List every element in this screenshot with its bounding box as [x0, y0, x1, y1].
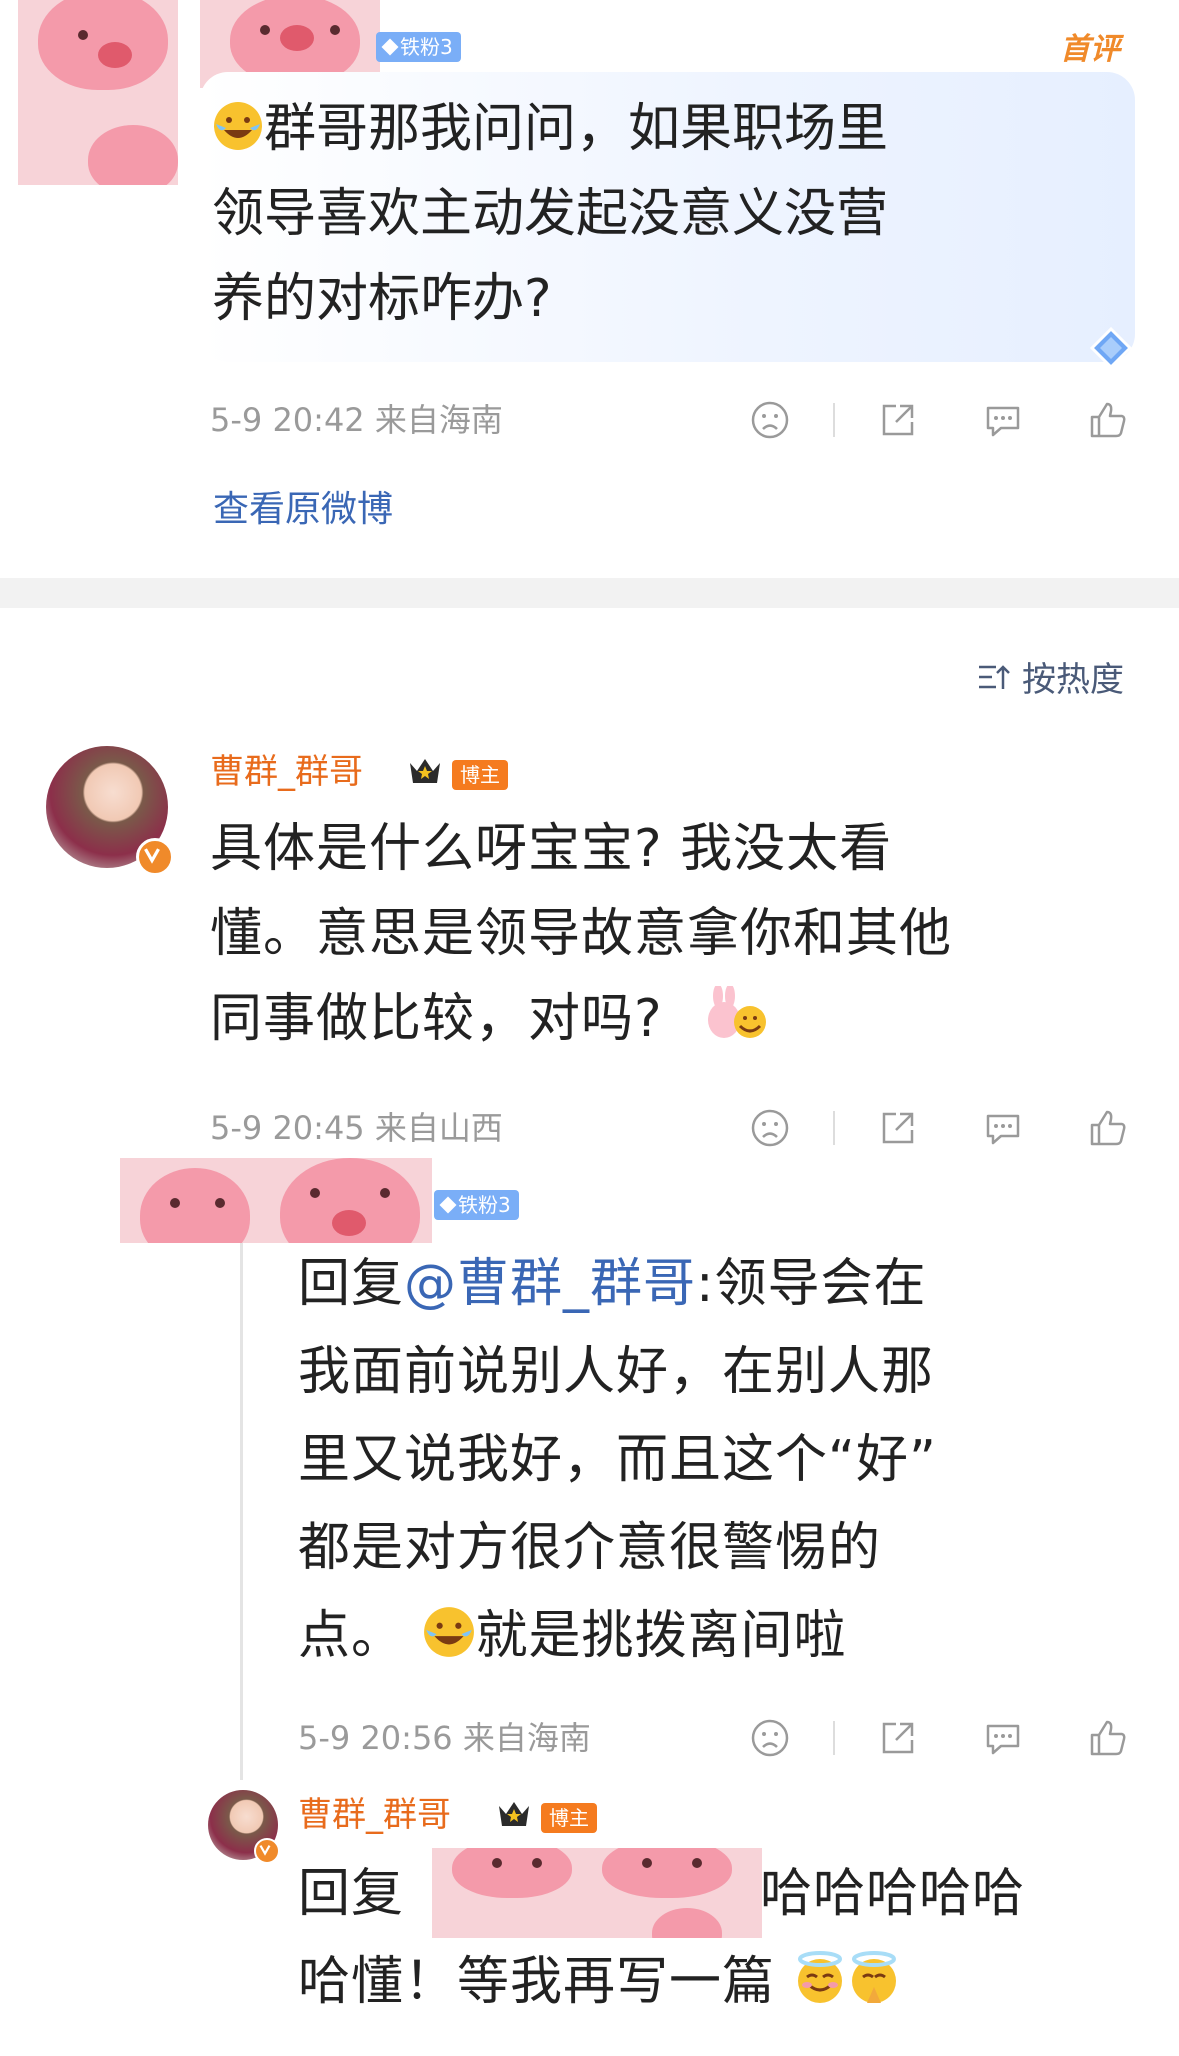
reply2-line-1: 回复@曹群_群哥:领导会在 — [298, 1254, 927, 1314]
dislike-icon[interactable] — [750, 1718, 790, 1758]
reply2-line-3: 里又说我好，而且这个“好” — [298, 1430, 937, 1490]
role-badge: 博主 — [452, 760, 508, 790]
diamond-icon — [439, 1196, 457, 1214]
mention-mask — [432, 1848, 762, 1938]
like-icon[interactable] — [1088, 1718, 1128, 1758]
share-icon[interactable] — [878, 1718, 918, 1758]
divider — [833, 1111, 835, 1145]
reply1-line-3: 同事做比较，对吗? — [210, 984, 770, 1059]
like-icon[interactable] — [1088, 1108, 1128, 1148]
crown-icon — [497, 1798, 531, 1828]
diamond-icon — [381, 38, 399, 56]
laugh-cry-emoji-icon — [212, 100, 264, 169]
top-comment-meta: 5-9 20:42 来自海南 — [210, 401, 503, 439]
section-divider — [0, 578, 1179, 608]
comment-icon[interactable] — [983, 1718, 1023, 1758]
fan-badge: 铁粉3 — [376, 32, 461, 62]
reply2-meta: 5-9 20:56 来自海南 — [298, 1719, 591, 1757]
top-comment-line-2: 领导喜欢主动发起没意义没营 — [212, 184, 889, 244]
divider — [833, 1721, 835, 1755]
top-comment-line-3: 养的对标咋办? — [212, 269, 552, 329]
halo-smile-emoji-icon — [793, 1951, 847, 2022]
reply1-line-1: 具体是什么呀宝宝? 我没太看 — [210, 819, 893, 879]
like-icon[interactable] — [1088, 400, 1128, 440]
sort-icon — [976, 659, 1012, 695]
crown-icon — [408, 755, 442, 785]
dislike-icon[interactable] — [750, 1108, 790, 1148]
view-original-post-link[interactable]: 查看原微博 — [213, 480, 393, 532]
halo-prayer-emoji-icon — [847, 1951, 901, 2022]
top-comment-line-1: 群哥那我问问，如果职场里 — [212, 95, 888, 169]
reply2-line-4: 都是对方很介意很警惕的 — [298, 1518, 882, 1578]
first-comment-label: 首评 — [1060, 32, 1120, 67]
username[interactable]: 曹群_群哥 — [298, 1795, 451, 1835]
sparkle-diamond-icon — [1088, 325, 1134, 371]
reply3-line-1: 回复 — [298, 1864, 405, 1924]
verified-badge-icon — [136, 838, 174, 876]
avatar-mask-top — [18, 0, 178, 185]
share-icon[interactable] — [878, 1108, 918, 1148]
divider — [833, 403, 835, 437]
avatar-mask-reply2 — [120, 1158, 432, 1243]
reply2-line-2: 我面前说别人好，在别人那 — [298, 1342, 935, 1402]
reply1-meta: 5-9 20:45 来自山西 — [210, 1109, 503, 1147]
laugh-cry-emoji-icon — [422, 1605, 476, 1676]
reply3-line-1-rest: 哈哈哈哈哈 — [760, 1864, 1026, 1924]
reply1-line-2: 懂。意思是领导故意拿你和其他 — [210, 904, 953, 964]
username[interactable]: 曹群_群哥 — [210, 752, 363, 792]
dislike-icon[interactable] — [750, 400, 790, 440]
reply2-line-5: 点。 就是挑拨离间啦 — [298, 1602, 847, 1676]
comment-icon[interactable] — [983, 1108, 1023, 1148]
mention-link[interactable]: @曹群_群哥 — [404, 1254, 696, 1314]
verified-badge-icon — [254, 1838, 280, 1864]
thread-line — [240, 1240, 243, 1780]
share-icon[interactable] — [878, 400, 918, 440]
sort-button[interactable]: 按热度 — [976, 652, 1124, 701]
comment-icon[interactable] — [983, 400, 1023, 440]
reply3-line-2: 哈懂！等我再写一篇 — [298, 1948, 901, 2022]
bunny-hug-emoji-icon — [704, 984, 770, 1059]
role-badge: 博主 — [541, 1803, 597, 1833]
fan-badge: 铁粉3 — [434, 1190, 519, 1220]
